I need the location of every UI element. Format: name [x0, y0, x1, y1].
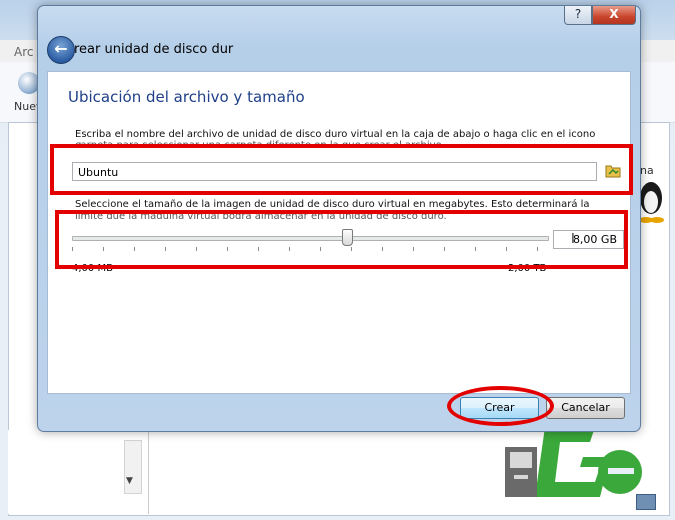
penguin-icon — [639, 182, 664, 223]
annotation-create-highlight — [447, 386, 554, 426]
title-buttons: ? X — [564, 6, 636, 25]
annotation-file-highlight — [50, 144, 633, 195]
section-title: Ubicación del archivo y tamaño — [68, 88, 305, 106]
background-menu-text: Arc — [14, 45, 34, 59]
close-icon[interactable]: X — [592, 6, 636, 25]
help-icon[interactable]: ? — [564, 6, 592, 25]
back-arrow-icon[interactable]: ← — [47, 36, 75, 64]
annotation-size-highlight — [55, 210, 628, 269]
dialog-title: rear unidad de disco dur — [74, 42, 234, 57]
scroll-down-icon[interactable]: ▼ — [126, 476, 133, 486]
cancel-button[interactable]: Cancelar — [546, 397, 625, 419]
